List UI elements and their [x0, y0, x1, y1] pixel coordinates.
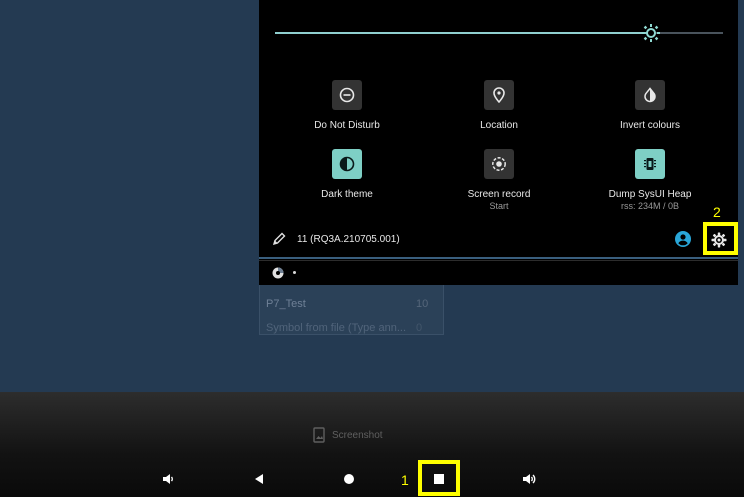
screenshot-label: Screenshot: [332, 430, 383, 441]
background-app-list: P7_Test 10 Symbol from file (Type ann...…: [259, 283, 444, 335]
screenshot-icon: [313, 427, 325, 443]
location-pin-icon: [484, 80, 514, 110]
volume-down-button[interactable]: [157, 468, 179, 490]
tile-invert-colours[interactable]: Invert colours: [585, 80, 715, 132]
list-item-name: P7_Test: [266, 298, 306, 310]
home-button[interactable]: [338, 468, 360, 490]
tile-label: Dark theme: [321, 189, 373, 200]
tile-sublabel: rss: 234M / 0B: [620, 201, 680, 211]
tile-label: Do Not Disturb: [314, 120, 380, 131]
annotation-number-1: 1: [401, 472, 409, 488]
footer-divider: [259, 257, 738, 259]
brightness-fill: [275, 32, 652, 34]
tile-dump-sysui-heap[interactable]: Dump SysUI Heap rss: 234M / 0B: [585, 149, 715, 211]
list-item-name: Symbol from file (Type ann...: [266, 322, 406, 334]
brightness-icon[interactable]: [642, 24, 661, 42]
screen-record-icon: [484, 149, 514, 179]
memory-chip-icon: [635, 149, 665, 179]
volume-down-icon: [163, 474, 173, 484]
list-item-count: 10: [416, 298, 429, 310]
tile-location[interactable]: Location: [434, 80, 564, 132]
overview-button[interactable]: [428, 468, 450, 490]
quick-settings-panel: Do Not Disturb Location Invert colours D…: [259, 0, 738, 260]
list-item-count: 0: [416, 322, 423, 334]
overview-icon: [434, 474, 444, 484]
settings-highlight-box: [703, 222, 738, 255]
tile-dark-theme[interactable]: Dark theme: [282, 149, 412, 201]
back-button[interactable]: [248, 468, 270, 490]
navigation-bar: [0, 392, 744, 497]
edit-pencil-icon[interactable]: [271, 231, 287, 247]
back-icon: [255, 474, 263, 484]
build-number[interactable]: 11 (RQ3A.210705.001): [297, 234, 400, 245]
list-item[interactable]: Symbol from file (Type ann... 0: [266, 322, 422, 334]
volume-up-button[interactable]: [518, 468, 540, 490]
tile-screen-record[interactable]: Screen record Start: [434, 149, 564, 211]
home-icon: [344, 474, 354, 484]
tile-label: Location: [480, 120, 518, 131]
tile-label: Screen record: [467, 189, 531, 200]
app-notification-icon: [272, 266, 284, 279]
list-item[interactable]: P7_Test 10: [266, 298, 428, 310]
notification-dot: [293, 271, 296, 274]
notification-bar[interactable]: [259, 260, 738, 285]
tile-sublabel: Start: [489, 201, 509, 211]
invert-colours-icon: [635, 80, 665, 110]
user-account-icon[interactable]: [674, 230, 692, 248]
annotation-number-2: 2: [713, 204, 721, 220]
tile-label: Invert colours: [619, 120, 681, 131]
do-not-disturb-icon: [332, 80, 362, 110]
tile-do-not-disturb[interactable]: Do Not Disturb: [282, 80, 412, 132]
dark-theme-icon: [332, 149, 362, 179]
volume-up-icon: [523, 474, 536, 484]
quick-settings-footer: 11 (RQ3A.210705.001): [259, 222, 738, 259]
tile-label: Dump SysUI Heap: [608, 189, 692, 200]
